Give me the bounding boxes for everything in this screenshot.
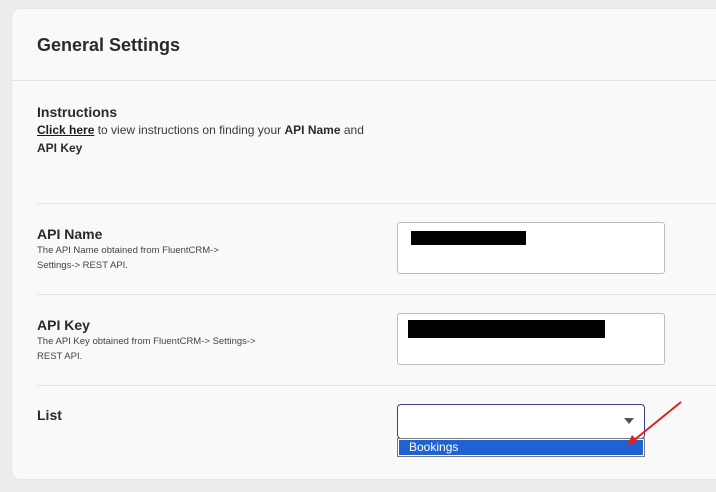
page-title: General Settings bbox=[37, 35, 181, 55]
api-name-help-line-2: Settings-> REST API. bbox=[37, 260, 128, 271]
list-option-bookings[interactable]: Bookings bbox=[399, 440, 643, 455]
chevron-down-icon[interactable] bbox=[624, 418, 634, 424]
list-label: List bbox=[37, 407, 62, 423]
api-key-help: The API Key obtained from FluentCRM-> Se… bbox=[37, 334, 256, 364]
section-divider-1 bbox=[37, 203, 716, 204]
api-name-help-line-1: The API Name obtained from FluentCRM-> bbox=[37, 245, 219, 256]
section-divider-2 bbox=[37, 294, 716, 295]
api-key-field[interactable] bbox=[397, 313, 665, 365]
api-name-field[interactable] bbox=[397, 222, 665, 274]
instructions-text-part-2: and bbox=[340, 123, 364, 137]
list-dropdown: Bookings bbox=[397, 438, 645, 457]
api-key-help-line-2: REST API. bbox=[37, 351, 83, 362]
instructions-bold-api-name: API Name bbox=[284, 123, 341, 137]
list-select[interactable] bbox=[397, 404, 645, 439]
section-divider-3 bbox=[37, 385, 716, 386]
instructions-link[interactable]: Click here bbox=[37, 123, 94, 137]
instructions-text: Click here to view instructions on findi… bbox=[37, 121, 397, 157]
instructions-bold-api-key: API Key bbox=[37, 141, 83, 155]
api-key-redacted-value bbox=[408, 320, 605, 338]
header-divider bbox=[12, 80, 716, 81]
api-name-help: The API Name obtained from FluentCRM-> S… bbox=[37, 243, 219, 273]
api-name-redacted-value bbox=[411, 231, 526, 245]
instructions-label: Instructions bbox=[37, 104, 118, 120]
api-name-label: API Name bbox=[37, 226, 103, 242]
api-key-help-line-1: The API Key obtained from FluentCRM-> Se… bbox=[37, 336, 256, 347]
instructions-text-part-1: to view instructions on finding your bbox=[94, 123, 285, 137]
api-key-label: API Key bbox=[37, 317, 90, 333]
